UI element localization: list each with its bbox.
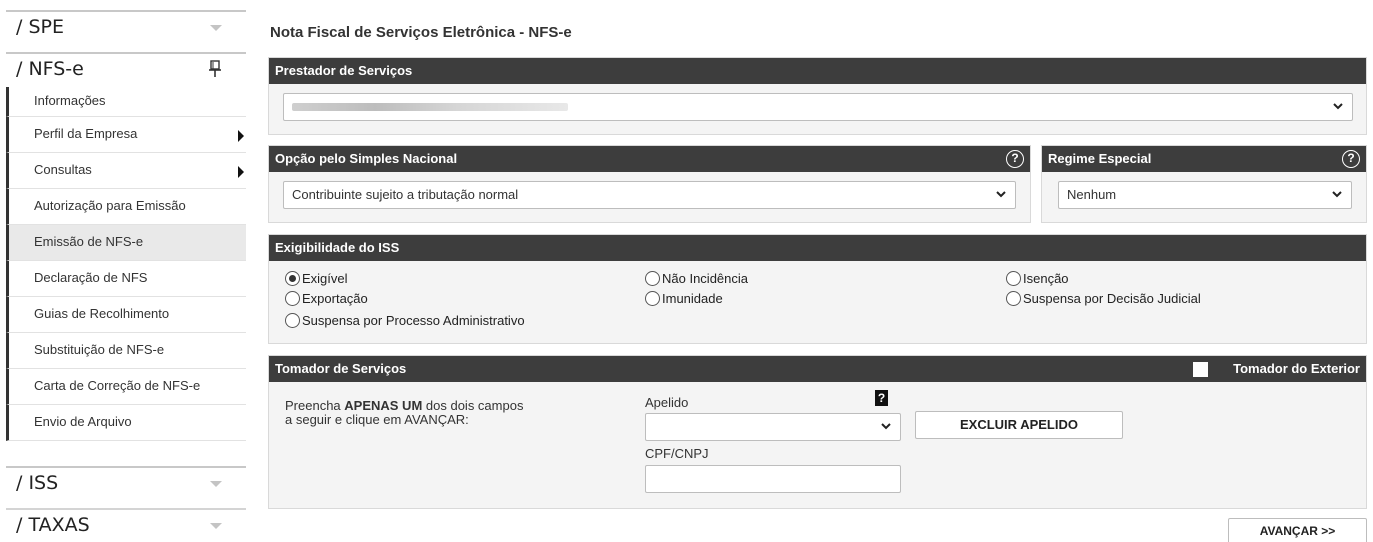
radio-exigivel[interactable]: Exigível — [285, 271, 348, 286]
sidebar-section-iss-label: / ISS — [16, 472, 59, 494]
instruction-emphasis: APENAS UM — [344, 398, 423, 413]
sidebar-item-label: Substituição de NFS-e — [34, 342, 165, 357]
radio-label: Imunidade — [662, 291, 723, 306]
simples-select[interactable]: Contribuinte sujeito a tributação normal — [283, 181, 1016, 209]
help-icon[interactable]: ? — [875, 390, 888, 406]
simples-panel: Opção pelo Simples Nacional ? Contribuin… — [268, 145, 1031, 223]
pin-icon[interactable] — [208, 60, 222, 78]
radio-button[interactable] — [1006, 271, 1021, 286]
tomador-exterior-label: Tomador do Exterior — [1233, 361, 1360, 376]
exigibilidade-panel: Exigibilidade do ISS Exigível Não Incidê… — [268, 234, 1367, 344]
prestador-select[interactable] — [283, 93, 1353, 121]
sidebar-item-label: Autorização para Emissão — [34, 198, 186, 213]
sidebar-item-label: Informações — [34, 93, 106, 108]
cpf-cnpj-label: CPF/CNPJ — [645, 446, 709, 461]
sidebar-item-envio-arquivo[interactable]: Envio de Arquivo — [6, 405, 246, 441]
sidebar-item-label: Emissão de NFS-e — [34, 234, 144, 249]
chevron-down-icon — [210, 523, 222, 529]
help-icon[interactable]: ? — [1342, 150, 1360, 168]
instruction-text: a seguir e clique em AVANÇAR: — [285, 412, 469, 427]
instruction-text: Preencha — [285, 398, 345, 413]
prestador-heading-text: Prestador de Serviços — [275, 63, 413, 78]
sidebar-item-declaracao-nfs[interactable]: Declaração de NFS — [6, 261, 246, 297]
sidebar-section-spe[interactable]: / SPE — [6, 10, 246, 44]
simples-selected-value: Contribuinte sujeito a tributação normal — [292, 187, 519, 202]
chevron-right-icon — [238, 166, 244, 178]
radio-label: Isenção — [1023, 271, 1069, 286]
tomador-instruction: Preencha APENAS UM dos dois campos a seg… — [285, 399, 523, 427]
radio-button[interactable] — [645, 271, 660, 286]
sidebar-item-emissao-nfse[interactable]: Emissão de NFS-e — [6, 225, 246, 261]
radio-label: Não Incidência — [662, 271, 748, 286]
radio-exportacao[interactable]: Exportação — [285, 291, 368, 306]
regime-select[interactable]: Nenhum — [1058, 181, 1352, 209]
sidebar-section-nfse[interactable]: / NFS-e — [6, 52, 246, 86]
sidebar-section-iss[interactable]: / ISS — [6, 466, 246, 500]
prestador-panel: Prestador de Serviços — [268, 57, 1367, 135]
radio-button[interactable] — [285, 313, 300, 328]
regime-heading-text: Regime Especial — [1048, 151, 1152, 166]
sidebar-item-label: Envio de Arquivo — [34, 414, 132, 429]
chevron-down-icon — [1333, 103, 1343, 110]
chevron-down-icon — [881, 423, 891, 430]
radio-suspensa-administrativo[interactable]: Suspensa por Processo Administrativo — [285, 313, 525, 328]
regime-selected-value: Nenhum — [1067, 187, 1117, 202]
radio-label: Exigível — [302, 271, 348, 286]
tomador-panel: Tomador de Serviços Tomador do Exterior … — [268, 355, 1367, 509]
exigibilidade-heading: Exigibilidade do ISS — [269, 235, 1366, 261]
prestador-heading: Prestador de Serviços — [269, 58, 1366, 84]
chevron-right-icon — [238, 130, 244, 142]
sidebar-item-guias-recolhimento[interactable]: Guias de Recolhimento — [6, 297, 246, 333]
chevron-down-icon — [210, 481, 222, 487]
radio-nao-incidencia[interactable]: Não Incidência — [645, 271, 748, 286]
apelido-select[interactable] — [645, 413, 901, 441]
sidebar: / SPE / NFS-e Informações Perfil da Empr… — [0, 0, 248, 542]
nfse-menu: Informações Perfil da Empresa Consultas … — [6, 87, 246, 441]
help-icon[interactable]: ? — [1006, 150, 1024, 168]
sidebar-item-label: Carta de Correção de NFS-e — [34, 378, 201, 393]
sidebar-section-spe-label: / SPE — [16, 16, 64, 38]
chevron-down-icon — [1332, 191, 1342, 198]
radio-isencao[interactable]: Isenção — [1006, 271, 1069, 286]
sidebar-item-carta-correcao[interactable]: Carta de Correção de NFS-e — [6, 369, 246, 405]
sidebar-item-label: Perfil da Empresa — [34, 126, 138, 141]
apelido-label: Apelido — [645, 395, 689, 410]
redacted-value — [292, 103, 568, 111]
tomador-heading: Tomador de Serviços Tomador do Exterior — [269, 356, 1366, 382]
sidebar-item-label: Consultas — [34, 162, 92, 177]
page-title: Nota Fiscal de Serviços Eletrônica - NFS… — [270, 24, 572, 41]
instruction-text: dos dois campos — [422, 398, 524, 413]
chevron-down-icon — [996, 191, 1006, 198]
sidebar-section-taxas-label: / TAXAS — [16, 514, 90, 536]
radio-suspensa-judicial[interactable]: Suspensa por Decisão Judicial — [1006, 291, 1201, 306]
radio-button[interactable] — [645, 291, 660, 306]
radio-label: Suspensa por Processo Administrativo — [302, 313, 525, 328]
simples-heading: Opção pelo Simples Nacional ? — [269, 146, 1030, 172]
excluir-apelido-button[interactable]: EXCLUIR APELIDO — [915, 411, 1123, 439]
radio-imunidade[interactable]: Imunidade — [645, 291, 723, 306]
exigibilidade-heading-text: Exigibilidade do ISS — [275, 240, 400, 255]
sidebar-section-nfse-label: / NFS-e — [16, 58, 84, 80]
radio-button[interactable] — [1006, 291, 1021, 306]
sidebar-item-consultas[interactable]: Consultas — [6, 153, 246, 189]
tomador-exterior-checkbox[interactable] — [1193, 362, 1208, 377]
sidebar-item-informacoes[interactable]: Informações — [6, 87, 246, 117]
sidebar-item-perfil-empresa[interactable]: Perfil da Empresa — [6, 117, 246, 153]
tomador-heading-text: Tomador de Serviços — [275, 361, 407, 376]
cpf-cnpj-input[interactable] — [645, 465, 901, 493]
avancar-button[interactable]: AVANÇAR >> — [1228, 518, 1367, 542]
sidebar-item-substituicao-nfse[interactable]: Substituição de NFS-e — [6, 333, 246, 369]
simples-heading-text: Opção pelo Simples Nacional — [275, 151, 458, 166]
sidebar-section-taxas[interactable]: / TAXAS — [6, 508, 246, 542]
regime-panel: Regime Especial ? Nenhum — [1041, 145, 1367, 223]
radio-button[interactable] — [285, 291, 300, 306]
regime-heading: Regime Especial ? — [1042, 146, 1366, 172]
radio-label: Exportação — [302, 291, 368, 306]
chevron-down-icon — [210, 25, 222, 31]
sidebar-item-label: Declaração de NFS — [34, 270, 148, 285]
radio-label: Suspensa por Decisão Judicial — [1023, 291, 1201, 306]
sidebar-item-label: Guias de Recolhimento — [34, 306, 170, 321]
radio-button[interactable] — [285, 271, 300, 286]
sidebar-item-autorizacao-emissao[interactable]: Autorização para Emissão — [6, 189, 246, 225]
